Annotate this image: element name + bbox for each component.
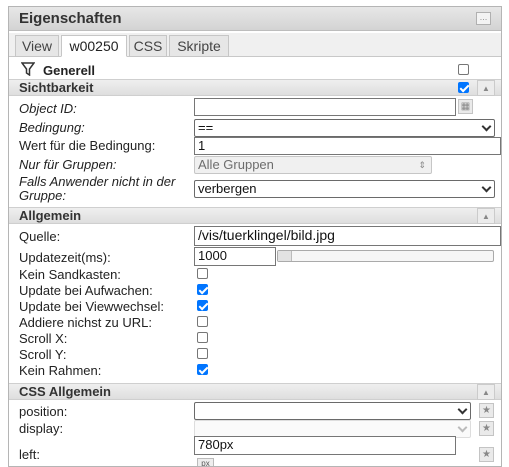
condition-value-label: Wert für die Bedingung:	[19, 138, 156, 153]
object-id-input[interactable]	[194, 98, 456, 116]
sichtbarkeit-checkbox[interactable]	[458, 82, 469, 93]
section-sichtbarkeit: Sichtbarkeit ▲	[9, 79, 501, 96]
chevron-down-icon	[481, 121, 492, 132]
condition-select[interactable]: ==	[194, 119, 495, 137]
source-input[interactable]: /vis/tuerklingel/bild.jpg	[194, 226, 501, 246]
condition-select-value: ==	[198, 120, 214, 135]
left-label: left:	[19, 447, 40, 462]
tab-skripte[interactable]: Skripte	[169, 35, 229, 57]
refresh-slider[interactable]	[277, 250, 494, 262]
star-icon[interactable]: ★	[479, 421, 494, 436]
position-label: position:	[19, 404, 68, 419]
section-allgemein-title: Allgemein	[19, 208, 82, 223]
condition-value-input[interactable]: 1	[194, 137, 501, 155]
tab-view[interactable]: View	[15, 35, 59, 57]
position-select[interactable]	[194, 402, 471, 420]
flag-label-5: Scroll Y:	[19, 347, 67, 362]
groups-select[interactable]: Alle Gruppen ⇕	[194, 156, 432, 174]
condition-label: Bedingung:	[19, 120, 85, 135]
collapse-icon[interactable]: …	[476, 12, 491, 25]
flag-label-2: Update bei Viewwechsel:	[19, 299, 165, 314]
flag-label-6: Kein Rahmen:	[19, 363, 102, 378]
tab-css[interactable]: CSS	[129, 35, 167, 57]
chevron-down-icon	[457, 404, 468, 415]
flag-checkbox-4[interactable]	[197, 332, 208, 343]
chevron-down-icon	[457, 422, 468, 433]
section-css-allgemein: CSS Allgemein ▲	[9, 383, 501, 400]
flag-checkbox-1[interactable]	[197, 284, 208, 295]
left-input[interactable]: 780px	[194, 436, 456, 455]
properties-panel: Eigenschaften … View w00250 CSS Skripte …	[8, 6, 502, 467]
section-css-title: CSS Allgemein	[19, 384, 111, 399]
flag-checkbox-2[interactable]	[197, 300, 208, 311]
object-id-label: Object ID:	[19, 101, 77, 116]
flag-label-4: Scroll X:	[19, 331, 68, 346]
action-label: Falls Anwender nicht in der Gruppe:	[19, 174, 176, 203]
generell-checkbox[interactable]	[458, 64, 469, 75]
action-select[interactable]: verbergen	[194, 180, 495, 198]
chevron-down-icon	[481, 182, 492, 193]
action-select-value: verbergen	[198, 181, 257, 196]
unit-px-button[interactable]: px	[197, 458, 214, 466]
flag-label-1: Update bei Aufwachen:	[19, 283, 153, 298]
star-icon[interactable]: ★	[479, 403, 494, 418]
flag-checkbox-0[interactable]	[197, 268, 208, 279]
tab-bar: View w00250 CSS Skripte	[9, 33, 501, 57]
slider-handle[interactable]	[278, 251, 292, 261]
generell-label: Generell	[43, 63, 96, 78]
flag-label-0: Kein Sandkasten:	[19, 267, 121, 282]
object-browser-icon[interactable]: ▦	[458, 99, 473, 114]
flag-checkbox-3[interactable]	[197, 316, 208, 327]
panel-title: Eigenschaften	[19, 10, 122, 27]
flag-label-3: Addiere nichst zu URL:	[19, 315, 152, 330]
section-allgemein: Allgemein ▲	[9, 207, 501, 224]
groups-label: Nur für Gruppen:	[19, 157, 117, 172]
collapse-up-icon[interactable]: ▲	[477, 208, 495, 224]
groups-select-value: Alle Gruppen	[198, 157, 274, 172]
refresh-label: Updatezeit(ms):	[19, 250, 111, 265]
collapse-up-icon[interactable]: ▲	[477, 384, 495, 400]
flag-checkbox-5[interactable]	[197, 348, 208, 359]
star-icon[interactable]: ★	[479, 447, 494, 462]
panel-titlebar: Eigenschaften …	[9, 7, 501, 31]
refresh-input[interactable]: 1000	[194, 247, 276, 266]
filter-icon[interactable]	[21, 62, 35, 76]
updown-icon: ⇕	[418, 160, 426, 170]
display-label: display:	[19, 421, 64, 436]
source-label: Quelle:	[19, 229, 61, 244]
tab-widget[interactable]: w00250	[61, 35, 127, 57]
section-sichtbarkeit-title: Sichtbarkeit	[19, 80, 94, 95]
flag-checkbox-6[interactable]	[197, 364, 208, 375]
collapse-up-icon[interactable]: ▲	[477, 80, 495, 96]
